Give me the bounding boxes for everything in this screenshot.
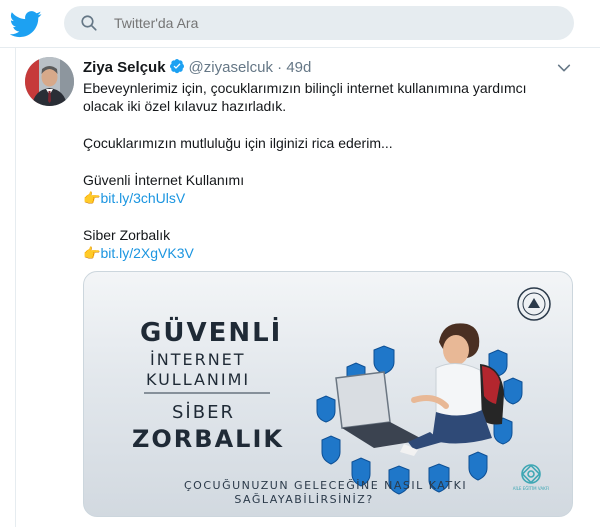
tweet-link-1[interactable]: bit.ly/3chUlsV: [100, 190, 185, 206]
chevron-down-icon[interactable]: [556, 60, 572, 76]
tweet-text-line-1: Ebeveynlerimiz için, çocuklarımızın bili…: [83, 80, 527, 96]
pointing-hand-icon: 👉: [83, 245, 101, 261]
tweet-time[interactable]: 49d: [286, 59, 311, 76]
guide-title-2: İNTERNET: [150, 350, 246, 369]
search-icon: [81, 15, 97, 31]
search-bar[interactable]: [64, 6, 574, 40]
tweet-media-image[interactable]: GÜVENLİ İNTERNET KULLANIMI SİBER ZORBALI…: [83, 271, 573, 517]
foundation-logo-icon: [521, 464, 541, 484]
tweet-text-line-2: olacak iki özel kılavuz hazırladık.: [83, 98, 287, 114]
guide-title-4: SİBER: [172, 402, 235, 423]
pointing-hand-icon: 👉: [83, 190, 101, 206]
tweet-text-line-3: Çocuklarımızın mutluluğu için ilginizi r…: [83, 135, 393, 151]
top-bar: [0, 0, 600, 48]
tweet-text-line-5: Siber Zorbalık: [83, 227, 171, 243]
avatar-photo: [25, 57, 74, 106]
foundation-logo-text: AİLE EĞİTİM VAKFI: [512, 486, 550, 491]
separator-dot: ·: [277, 59, 283, 76]
author-name[interactable]: Ziya Selçuk: [83, 59, 166, 76]
tweet-link-2[interactable]: bit.ly/2XgVK3V: [100, 245, 193, 261]
guide-subtitle-1: ÇOCUĞUNUZUN GELECEĞİNE NASIL KATKI: [184, 479, 468, 492]
verified-badge-icon: [169, 59, 184, 74]
search-input[interactable]: [114, 6, 534, 40]
tweet-text-line-4: Güvenli İnternet Kullanımı: [83, 172, 245, 188]
avatar[interactable]: [25, 57, 74, 106]
laptop-illustration: [335, 371, 424, 448]
ministry-seal-icon: [517, 287, 551, 321]
tweet-link-row-2: 👉bit.ly/2XgVK3V: [83, 244, 563, 262]
tweet-link-row-1: 👉bit.ly/3chUlsV: [83, 189, 563, 207]
tweet-header: Ziya Selçuk @ziyaselcuk · 49d: [83, 58, 311, 78]
author-handle[interactable]: @ziyaselcuk: [189, 59, 273, 76]
guide-subtitle-2: SAĞLAYABİLİRSİNİZ?: [234, 493, 374, 506]
guide-title-1: GÜVENLİ: [140, 318, 283, 348]
guide-title-3: KULLANIMI: [146, 370, 251, 389]
twitter-bird-icon[interactable]: [10, 8, 42, 40]
guide-title-5: ZORBALIK: [132, 425, 284, 453]
